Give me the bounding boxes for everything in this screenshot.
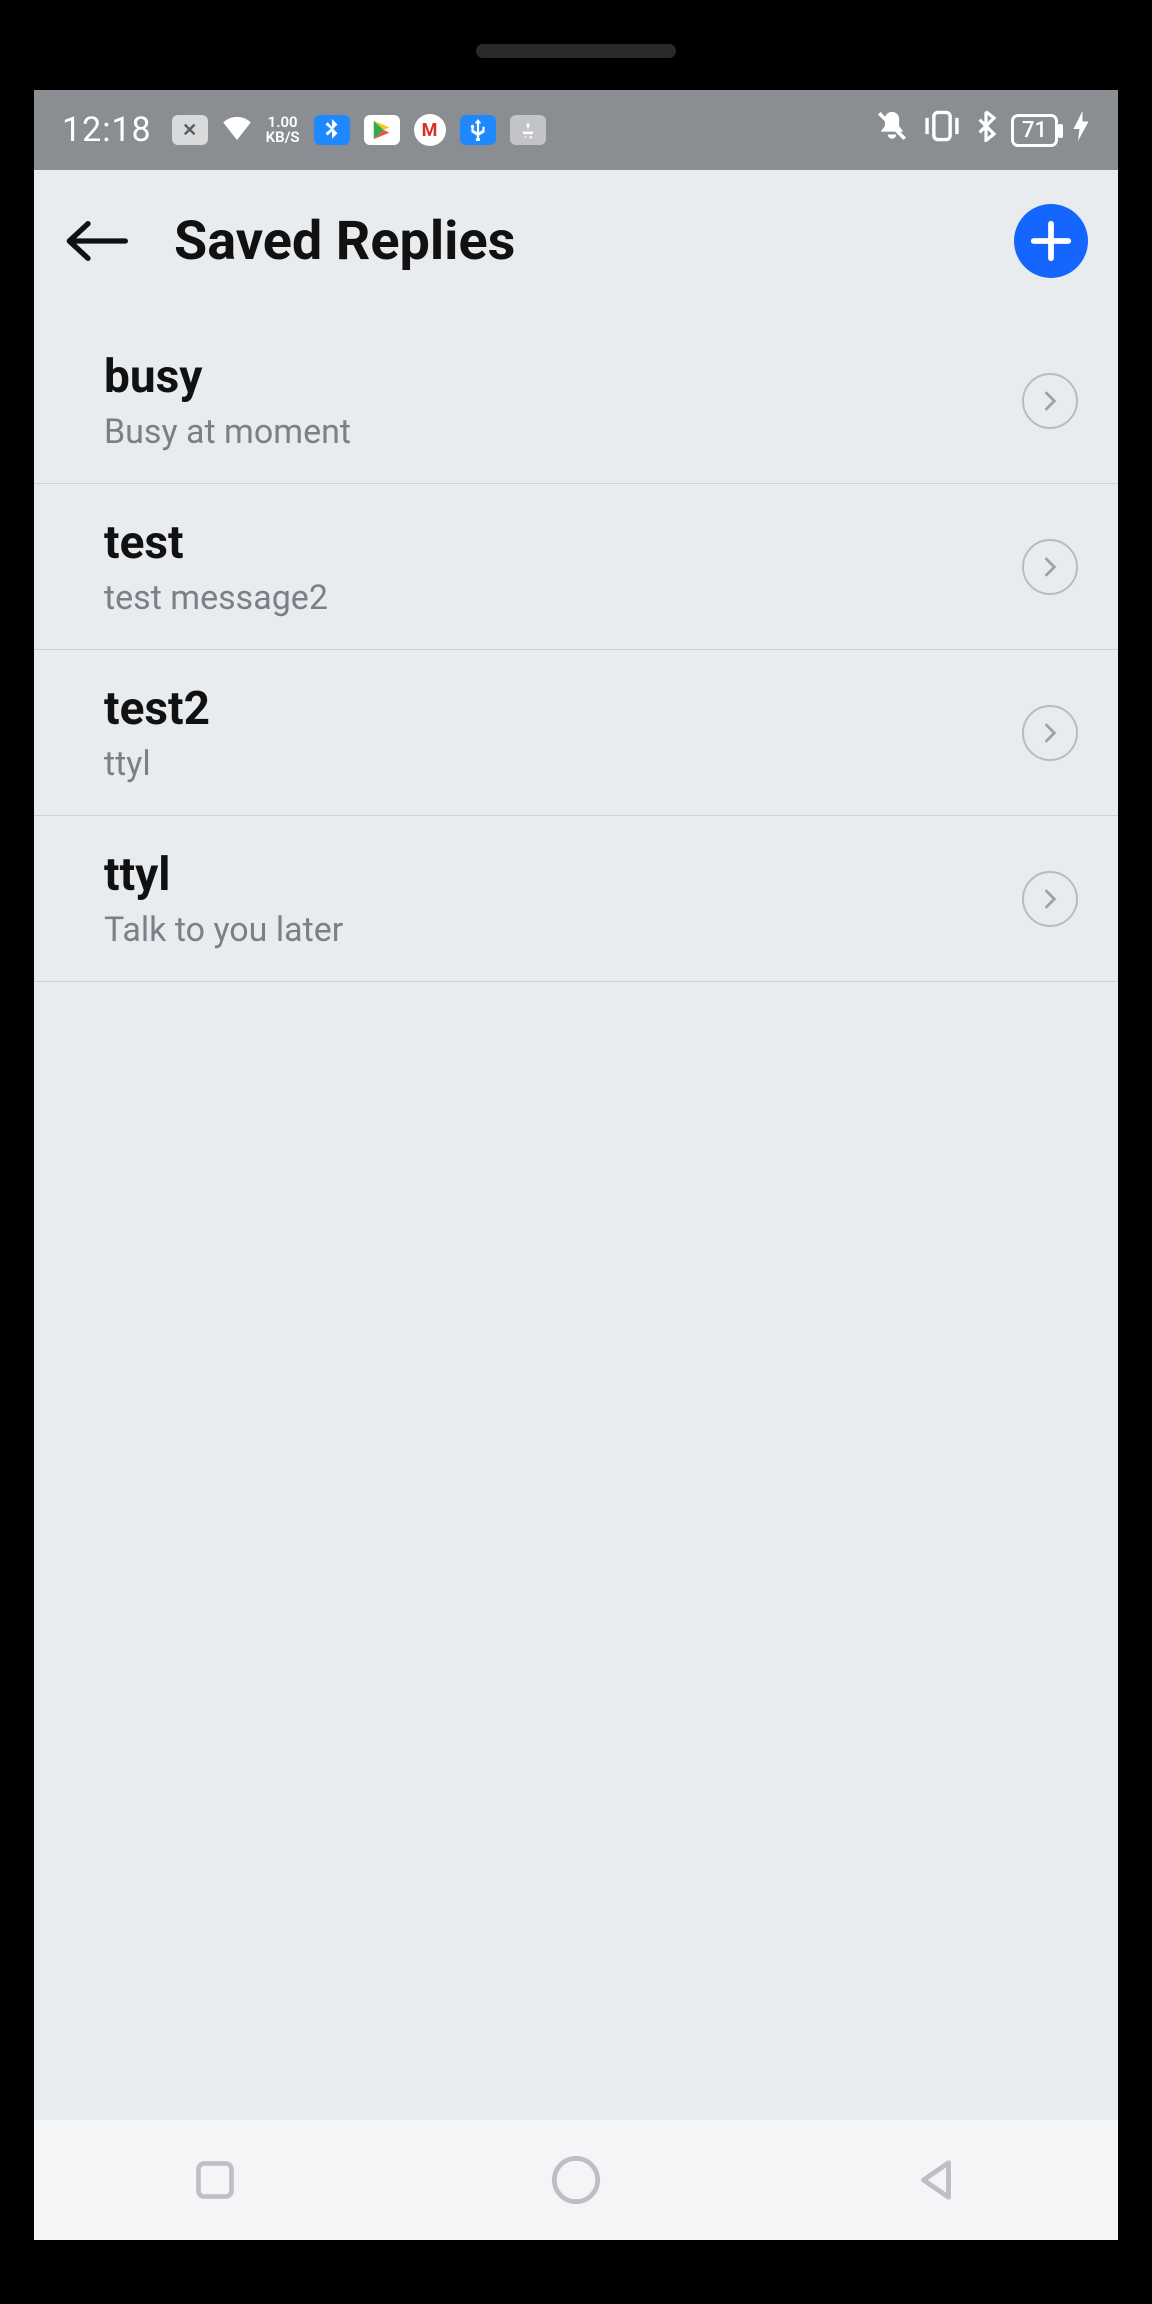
reply-row[interactable]: test test message2 [34,484,1118,650]
mute-icon [875,109,909,151]
status-left: 12:18 ✕ 1.00 KB/S M [62,110,546,150]
chevron-right-icon [1022,871,1078,927]
bluetooth-icon [975,110,997,150]
battery-indicator: 71 [1011,114,1058,147]
wifi-icon [222,113,252,148]
speaker-grille [476,44,676,58]
device-frame: 12:18 ✕ 1.00 KB/S M [0,0,1152,2304]
status-right: 71 [875,109,1090,151]
reply-title: ttyl [104,848,343,902]
sim-off-icon: ✕ [172,115,208,145]
reply-subtitle: Talk to you later [104,910,343,950]
page-title: Saved Replies [174,210,515,273]
reply-row[interactable]: busy Busy at moment [34,318,1118,484]
reply-subtitle: test message2 [104,578,328,618]
chevron-right-icon [1022,539,1078,595]
reply-subtitle: ttyl [104,744,210,784]
bluetooth-app-icon [314,115,350,145]
battery-level: 71 [1022,118,1047,143]
network-speed-unit: KB/S [266,130,300,145]
add-reply-button[interactable] [1014,204,1088,278]
charging-icon [1072,111,1090,149]
screen: 12:18 ✕ 1.00 KB/S M [34,90,1118,2240]
network-speed: 1.00 KB/S [266,115,300,145]
reply-title: busy [104,350,351,404]
app-store-icon [510,115,546,145]
system-nav-bar [34,2120,1118,2240]
replies-list: busy Busy at moment test test message2 [34,318,1118,982]
status-bar: 12:18 ✕ 1.00 KB/S M [34,90,1118,170]
chevron-right-icon [1022,373,1078,429]
status-time: 12:18 [62,110,152,150]
reply-title: test [104,516,328,570]
reply-subtitle: Busy at moment [104,412,351,452]
nav-recent-button[interactable] [187,2152,243,2208]
reply-row[interactable]: test2 ttyl [34,650,1118,816]
gmail-icon: M [414,114,446,146]
page-header: Saved Replies [34,170,1118,318]
play-store-icon [364,115,400,145]
chevron-right-icon [1022,705,1078,761]
vibrate-icon [923,110,961,150]
back-button[interactable] [64,216,134,266]
nav-home-button[interactable] [548,2152,604,2208]
nav-back-button[interactable] [909,2152,965,2208]
reply-row[interactable]: ttyl Talk to you later [34,816,1118,982]
reply-title: test2 [104,682,210,736]
usb-icon [460,115,496,145]
